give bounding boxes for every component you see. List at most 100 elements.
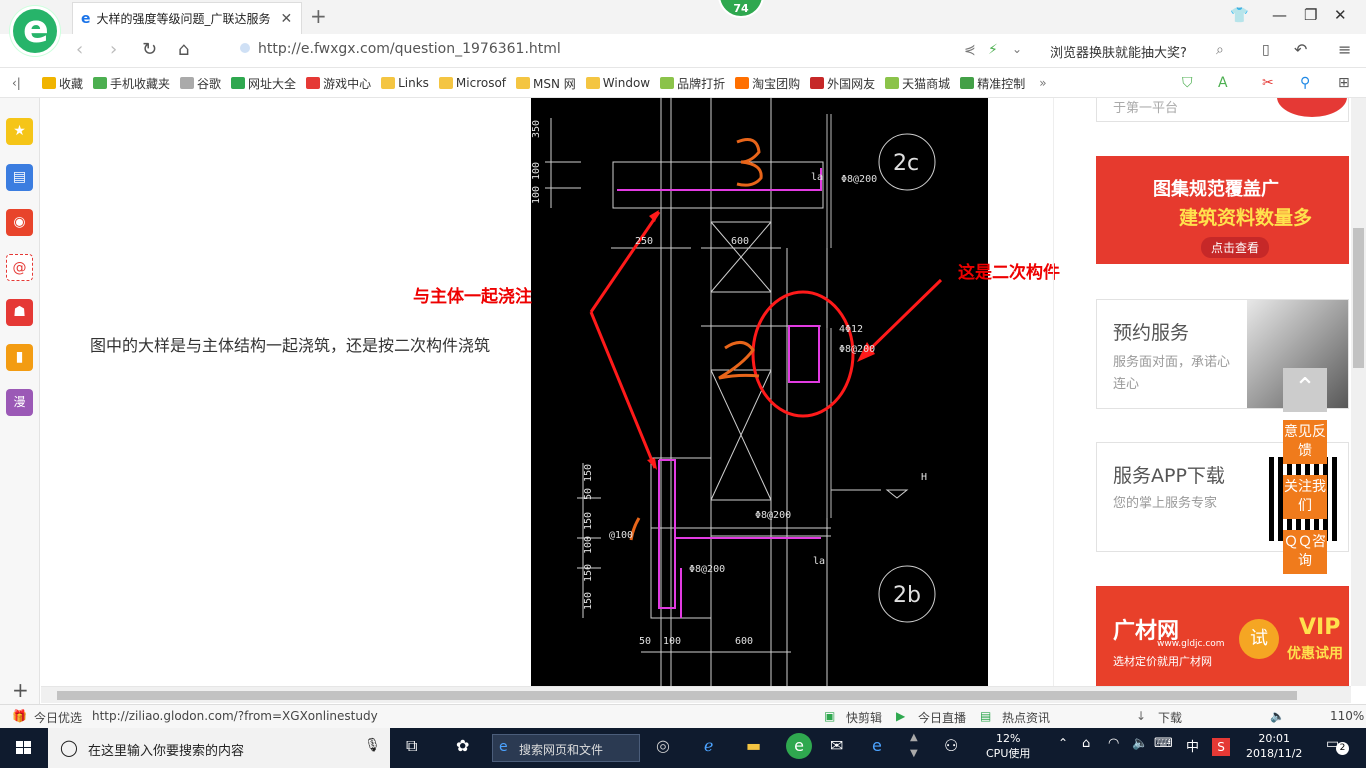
follow-button[interactable]: 关注我们 [1283,475,1327,519]
more-bookmarks-icon[interactable]: » [1039,76,1046,90]
close-tab-icon[interactable]: ✕ [281,11,293,27]
home-button[interactable]: ⌂ [178,39,189,60]
bookmark-item[interactable]: 淘宝团购 [735,75,800,92]
bookmark-item[interactable]: 品牌打折 [660,75,725,92]
bookmark-item[interactable]: 手机收藏夹 [93,75,170,92]
comic-icon[interactable]: 漫 [6,389,33,416]
bookmark-item[interactable]: 网址大全 [231,75,296,92]
apps-grid-icon[interactable]: ⊞ [1338,75,1350,91]
bookmark-item[interactable]: 天猫商城 [885,75,950,92]
atlas-ad-button[interactable]: 点击查看 [1201,237,1270,258]
browser-tab[interactable]: e 大样的强度等级问题_广联达服务 ✕ [72,2,302,34]
top-ad[interactable]: 于第一平台 [1096,98,1349,122]
bookmark-icon [231,77,246,89]
url-field[interactable]: http://e.fwxgx.com/question_1976361.html [240,41,561,57]
forward-button[interactable]: › [110,39,117,60]
edge-taskbar-icon[interactable]: e [872,736,882,755]
volume-icon[interactable]: 🔈 [1270,709,1285,723]
book-icon[interactable]: ▮ [6,344,33,371]
scissors-icon[interactable]: ✂ [1262,75,1274,91]
app-download-subtitle: 您的掌上服务专家 [1113,496,1218,511]
close-window-button[interactable]: ✕ [1334,6,1347,24]
bookmark-item[interactable]: 精准控制 [960,75,1025,92]
share-icon[interactable]: ⋞ [964,42,976,58]
favorites-icon[interactable]: ★ [6,118,33,145]
clip-icon: ▣ [824,709,836,723]
taskbar-search[interactable]: ◯ 在这里输入你要搜索的内容 🎙 [48,728,390,768]
zoom-level[interactable]: 110% [1330,709,1364,723]
bookmark-item[interactable]: 收藏 [42,75,83,92]
ie-taskbar-icon[interactable]: ℯ [704,736,713,755]
search-icon[interactable]: ⌕ [1216,42,1224,58]
status-item-clip[interactable]: 快剪辑 [846,709,882,726]
status-item-download[interactable]: 下载 [1158,709,1182,726]
game-icon[interactable]: ☗ [6,299,33,326]
shield-icon[interactable]: ⛉ [1182,75,1193,91]
new-tab-button[interactable]: + [310,4,327,28]
keyboard-icon[interactable]: ⌨ [1154,736,1173,751]
sogou-icon[interactable]: S [1212,738,1230,756]
maximize-button[interactable]: ❐ [1304,6,1317,24]
bookmark-item[interactable]: MSN 网 [516,75,576,92]
system-clock[interactable]: 20:01 2018/11/2 [1246,731,1302,761]
magnifier-icon[interactable]: ⚲ [1300,75,1310,91]
wifi-icon[interactable]: ◠ [1108,736,1119,751]
back-to-top-button[interactable]: ⌃ [1283,368,1327,412]
download-icon: ↓ [1136,709,1147,723]
taskbar-scroll-arrows[interactable]: ▲ ▼ [910,730,918,762]
translate-icon[interactable]: A [1218,75,1228,91]
chrome-icon[interactable]: ◎ [656,736,670,755]
windows-logo-icon [16,741,31,754]
add-sidebar-button[interactable]: + [12,678,29,702]
bookmark-item[interactable]: Links [381,76,429,90]
refresh-button[interactable]: ↻ [142,39,157,60]
browser-logo-icon[interactable] [10,6,60,56]
qq-consult-button[interactable]: ＱＱ咨询 [1283,530,1327,574]
web-search-box[interactable]: e 搜索网页和文件 [492,734,640,762]
bookmark-item[interactable]: 外国网友 [810,75,875,92]
shirt-icon[interactable]: 👕 [1230,6,1249,24]
vertical-scrollbar[interactable] [1351,98,1366,686]
fan-app-icon[interactable]: ✿ [456,736,469,755]
dim-label: 150 [583,512,594,530]
minimize-button[interactable]: — [1272,6,1287,24]
gldjc-ad[interactable]: 广材网 www.gldjc.com 选材定价就用广材网 试 VIP 优惠试用 [1096,586,1349,686]
status-item-news[interactable]: 热点资讯 [1002,709,1050,726]
horizontal-scroll-thumb[interactable] [57,691,1297,700]
start-button[interactable] [0,728,48,768]
cpu-usage[interactable]: 12% CPU使用 [986,731,1030,761]
promo-text[interactable]: 浏览器换肤就能抽大奖? [1050,42,1187,61]
undo-icon[interactable]: ↶ [1294,40,1307,59]
bookmark-item[interactable]: Window [585,76,650,90]
bookmark-item[interactable]: Microsof [438,76,506,90]
network-icon[interactable]: ⌂ [1082,736,1090,751]
task-view-icon[interactable]: ⧉ [406,736,417,756]
status-item-live[interactable]: 今日直播 [918,709,966,726]
mail-taskbar-icon[interactable]: ✉ [830,736,843,755]
vertical-scroll-thumb[interactable] [1353,228,1364,368]
dim-label: 600 [731,236,749,247]
atlas-ad[interactable]: 图集规范覆盖广 建筑资料数量多 点击查看 [1096,156,1349,264]
ime-indicator[interactable]: 中 [1186,736,1199,755]
menu-icon[interactable]: ≡ [1338,40,1351,59]
mobile-icon[interactable]: ▯ [1262,42,1270,58]
file-explorer-icon[interactable]: ▬ [746,736,761,755]
speaker-icon[interactable]: 🔈 [1132,736,1148,751]
collapse-sidebar-icon[interactable]: ‹| [12,76,32,90]
back-button[interactable]: ‹ [76,39,83,60]
feedback-button[interactable]: 意见反馈 [1283,420,1327,464]
mail-icon[interactable]: @ [6,254,33,281]
daily-pick-link[interactable]: 今日优选 [34,709,82,726]
bookmark-item[interactable]: 游戏中心 [306,75,371,92]
browser-taskbar-icon[interactable]: e [786,733,812,759]
weibo-icon[interactable]: ◉ [6,209,33,236]
chevron-down-icon[interactable]: ⌄ [1012,42,1022,56]
news-icon[interactable]: ▤ [6,164,33,191]
bookmark-item[interactable]: 谷歌 [180,75,221,92]
people-icon[interactable]: ⚇ [944,736,958,755]
microphone-icon[interactable]: 🎙 [364,738,381,753]
lightning-icon[interactable]: ⚡ [988,42,998,58]
horizontal-scrollbar[interactable] [41,686,1351,703]
notification-badge[interactable]: 74 [718,0,764,18]
tray-expand-icon[interactable]: ⌃ [1058,736,1068,750]
